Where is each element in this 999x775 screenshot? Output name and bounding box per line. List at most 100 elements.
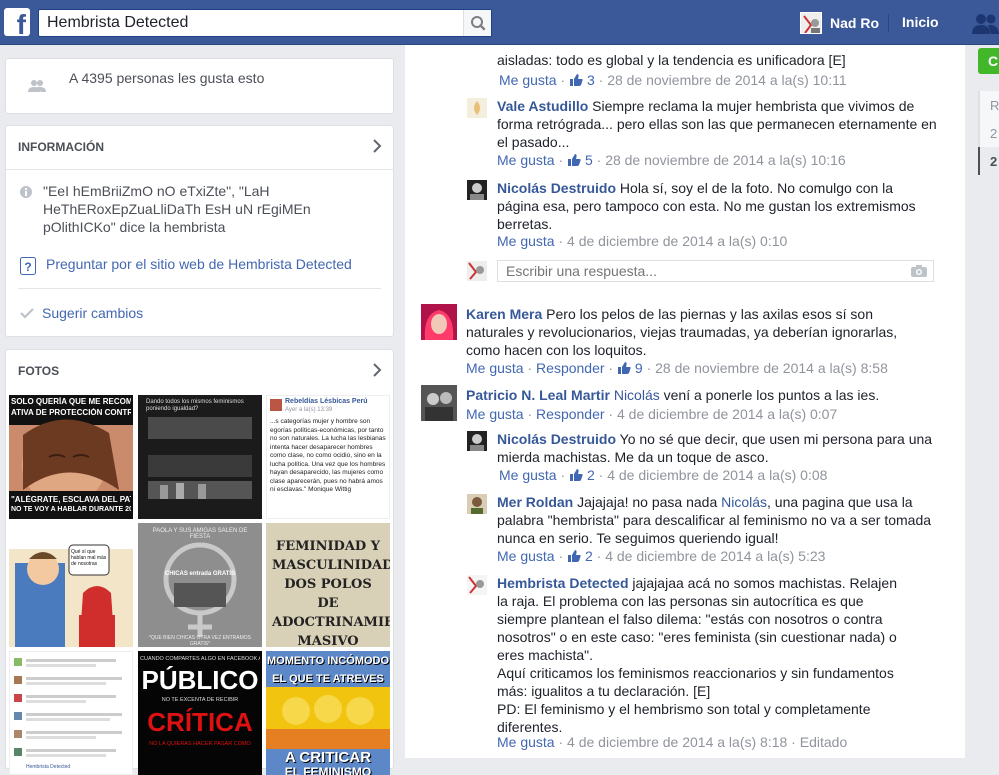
photo-thumbnail[interactable]: Dando todos los mismos feminismos ponien…	[138, 395, 262, 519]
avatar[interactable]	[421, 385, 457, 421]
like-count[interactable]: 5	[585, 152, 593, 168]
reply-link[interactable]: Responder	[536, 360, 605, 376]
photo-caption: NO LA QUIERAS HACER PASAR COMO	[149, 741, 251, 747]
photo-caption: EL QUE TE ATREVES	[272, 673, 384, 685]
search-box	[38, 9, 492, 37]
comment-meta: Me gusta · 3 · 28 de noviembre de 2014 a…	[499, 72, 847, 88]
comment-meta: Me gusta · Responder · 4 de diciembre de…	[466, 406, 838, 422]
photo-caption: PÚBLICO	[141, 665, 259, 695]
photo-thumbnail[interactable]: SOLO QUERÍA QUE ME RECOMENDARA ATIVA DE …	[9, 395, 133, 519]
right-list-label: 2	[990, 154, 998, 169]
chevron-right-icon[interactable]	[371, 362, 383, 378]
like-count[interactable]: 3	[587, 72, 595, 88]
friend-requests-icon[interactable]	[970, 12, 999, 36]
like-count[interactable]: 9	[635, 360, 643, 376]
avatar[interactable]	[467, 575, 487, 595]
comment-text: aisladas: todo es global y la tendencia …	[497, 52, 846, 68]
comment-text: Jajajaja! no pasa nada	[577, 494, 718, 510]
photo-thumbnail[interactable]: Qué sí que hablan mal más de nosotras	[9, 523, 133, 647]
comment-author[interactable]: Nicolás Destruido	[497, 431, 616, 447]
comment-author[interactable]: Nicolás Destruido	[497, 180, 616, 196]
photo-thumbnail[interactable]: PAOLA Y SUS AMIGAS SALEN DE FIESTA CHICA…	[138, 523, 262, 647]
photo-thumbnail[interactable]: MOMENTO INCÓMODO EL QUE TE ATREVES A CRI…	[266, 651, 390, 775]
photo-caption: MOMENTO INCÓMODO	[266, 655, 389, 667]
right-list-label: 2	[990, 126, 998, 141]
top-navigation-bar: f Nad Ro Inicio	[0, 0, 999, 45]
like-count[interactable]: 2	[585, 548, 593, 564]
search-input[interactable]	[45, 13, 457, 33]
info-divider-2	[18, 288, 381, 289]
comment-text: Aquí criticamos los feminismos reacciona…	[497, 665, 894, 699]
like-link[interactable]: Me gusta	[497, 548, 555, 564]
avatar[interactable]	[467, 431, 487, 451]
info-card: INFORMACIÓN "EeI hEmBriiZmO nO eTxiZte",…	[5, 125, 394, 337]
comment-author[interactable]: Hembrista Detected	[497, 575, 629, 591]
avatar[interactable]	[421, 304, 457, 340]
mention-link[interactable]: Nicolás	[721, 494, 767, 510]
photo-thumbnail[interactable]: Hembrista Detected	[9, 651, 133, 775]
photo-thumbnail[interactable]: FEMINIDAD Y MASCULINIDAD DOS POLOS DE AD…	[266, 523, 390, 647]
like-link[interactable]: Me gusta	[499, 72, 557, 88]
like-link[interactable]: Me gusta	[466, 360, 524, 376]
comment-time[interactable]: 28 de noviembre de 2014 a la(s) 10:16	[605, 152, 846, 168]
facebook-logo-icon[interactable]: f	[4, 8, 30, 36]
photo-caption: CUANDO COMPARTES ALGO EN FACEBOOK AL	[140, 656, 260, 662]
svg-text:?: ?	[24, 260, 31, 274]
photo-caption: Hembrista Detected	[26, 764, 71, 770]
photo-caption: PAOLA Y SUS AMIGAS SALEN DE FIESTA	[152, 528, 248, 540]
avatar[interactable]	[467, 98, 487, 118]
avatar[interactable]	[467, 180, 487, 200]
avatar[interactable]	[467, 494, 487, 514]
comment-time[interactable]: 4 de diciembre de 2014 a la(s) 0:08	[607, 467, 827, 483]
comment-author[interactable]: Patricio N. Leal Martir	[466, 387, 610, 403]
photo-caption: EL FEMINISMO	[284, 765, 372, 775]
right-sidebar: C R 2 2	[965, 45, 999, 758]
reply-input[interactable]	[504, 263, 894, 279]
info-divider	[6, 169, 393, 170]
comment-meta: Me gusta · Responder · 9 · 28 de noviemb…	[466, 360, 888, 376]
like-link[interactable]: Me gusta	[499, 467, 557, 483]
photo-caption: NO TE EXCENTA DE RECIBIR	[161, 697, 239, 703]
photo-thumbnail[interactable]: CUANDO COMPARTES ALGO EN FACEBOOK AL PÚB…	[138, 651, 262, 775]
website-question-link[interactable]: Preguntar por el sitio web de Hembrista …	[46, 256, 352, 272]
like-count[interactable]: 2	[587, 467, 595, 483]
camera-icon[interactable]	[910, 264, 928, 278]
comment-time[interactable]: 4 de diciembre de 2014 a la(s) 0:07	[617, 406, 837, 422]
comment-time[interactable]: 28 de noviembre de 2014 a la(s) 8:58	[655, 360, 888, 376]
comment-time[interactable]: 28 de noviembre de 2014 a la(s) 10:11	[607, 72, 846, 88]
photo-caption: NO TE VOY A HABLAR DURANTE 20 MINU	[11, 506, 131, 513]
suggest-changes-link[interactable]: Sugerir cambios	[42, 305, 143, 321]
comment-body: Nicolás Destruido Hola sí, soy el de la …	[497, 179, 937, 233]
comment-time[interactable]: 4 de diciembre de 2014 a la(s) 0:10	[567, 233, 787, 249]
thumbs-up-icon	[618, 362, 631, 374]
like-link[interactable]: Me gusta	[497, 233, 555, 249]
like-link[interactable]: Me gusta	[466, 406, 524, 422]
comment-body: Hembrista Detected jajajajaa acá no somo…	[497, 574, 907, 736]
comment-time[interactable]: 4 de diciembre de 2014 a la(s) 8:18	[567, 734, 787, 750]
like-link[interactable]: Me gusta	[497, 152, 555, 168]
info-icon	[20, 186, 32, 198]
likes-card: A 4395 personas les gusta esto	[5, 58, 394, 114]
reply-link[interactable]: Responder	[536, 406, 605, 422]
search-button[interactable]	[463, 10, 491, 36]
comment-time[interactable]: 4 de diciembre de 2014 a la(s) 5:23	[605, 548, 825, 564]
chevron-right-icon[interactable]	[371, 138, 383, 154]
comment-author[interactable]: Vale Astudillo	[497, 98, 588, 114]
people-icon	[28, 80, 46, 92]
photo-caption: CHICAS entrada GRATIS	[164, 571, 236, 577]
mention-link[interactable]: Nicolás	[614, 387, 660, 403]
profile-link[interactable]: Nad Ro	[800, 11, 879, 35]
edited-label[interactable]: Editado	[800, 734, 847, 750]
home-link[interactable]: Inicio	[902, 14, 939, 30]
comment-author[interactable]: Mer Roldan	[497, 494, 573, 510]
photo-caption: "ALÉGRATE, ESCLAVA DEL PATRIA	[11, 495, 131, 504]
comment-body: Patricio N. Leal Martir Nicolás vení a p…	[466, 386, 906, 404]
like-link[interactable]: Me gusta	[497, 734, 555, 750]
comment-text: PD: El feminismo y el hembrismo son tota…	[497, 701, 871, 735]
photo-caption: ...s categorías mujer y hombre son egorí…	[270, 418, 386, 493]
comment-meta: Me gusta · 4 de diciembre de 2014 a la(s…	[497, 233, 788, 249]
comment-body: Karen Mera Pero los pelos de las piernas…	[466, 305, 906, 359]
photo-thumbnail[interactable]: Rebeldías Lésbicas Perú Ayer a la(s) 13:…	[266, 395, 390, 519]
photo-caption: *QUE BIEN CHICAS OTRA VEZ ENTRAMOS GRATI…	[149, 635, 251, 647]
comment-author[interactable]: Karen Mera	[466, 306, 542, 322]
